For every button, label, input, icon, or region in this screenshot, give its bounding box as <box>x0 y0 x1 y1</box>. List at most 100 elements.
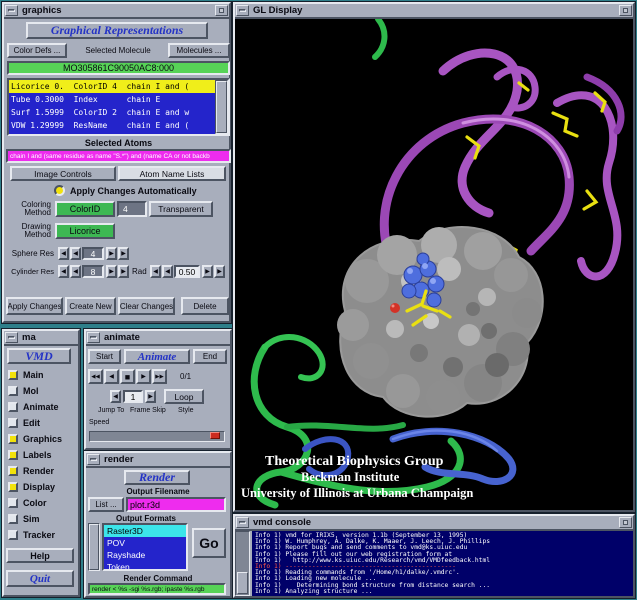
transparent-button[interactable]: Transparent <box>149 201 213 217</box>
speed-slider-thumb[interactable] <box>210 432 220 439</box>
menu-item-label: Mol <box>23 386 39 396</box>
window-menu-icon[interactable] <box>236 5 249 16</box>
clear-changes-button[interactable]: Clear Changes <box>118 297 175 315</box>
output-filename-field[interactable]: plot.r3d <box>126 497 226 512</box>
create-new-button[interactable]: Create New <box>65 297 116 315</box>
representations-list[interactable]: Licorice 0. ColorID 4 chain I and ( Tube… <box>7 78 230 136</box>
cylinder-res-value[interactable]: 8 <box>82 265 104 278</box>
sidebar-item-render[interactable]: Render <box>8 464 76 478</box>
atom-selection-field[interactable]: chain I and (same residue as name "S.*")… <box>6 149 231 163</box>
rad-value[interactable]: 0.50 <box>174 265 200 278</box>
sidebar-item-labels[interactable]: Labels <box>8 448 76 462</box>
gl-display-titlebar[interactable]: GL Display <box>235 4 633 19</box>
apply-auto-row[interactable]: Apply Changes Automatically <box>54 184 197 197</box>
main-titlebar[interactable]: ma <box>4 331 78 346</box>
frame-skip-value[interactable]: 1 <box>123 390 143 403</box>
step-back-icon[interactable]: ◀ <box>104 369 119 384</box>
render-command-field[interactable]: render < %s -sgi %s.rgb; ipaste %s.rgb <box>88 583 226 595</box>
animate-end-button[interactable]: End <box>193 349 227 364</box>
window-menu-icon[interactable] <box>87 454 100 465</box>
sidebar-item-tracker[interactable]: Tracker <box>8 528 76 542</box>
graphics-titlebar[interactable]: graphics <box>4 4 229 19</box>
sidebar-item-mol[interactable]: Mol <box>8 384 76 398</box>
apply-changes-button[interactable]: Apply Changes <box>6 297 63 315</box>
cylinder-res-decrement-icon[interactable]: ◀ <box>70 265 81 278</box>
cylinder-res-increment-icon[interactable]: ▶ <box>106 265 117 278</box>
format-option[interactable]: Token <box>104 561 186 571</box>
sidebar-item-animate[interactable]: Animate <box>8 400 76 414</box>
rep-list-scroll-thumb[interactable] <box>216 81 227 133</box>
representation-row[interactable]: VDW 1.29999 ResName chain E and ( <box>9 119 215 132</box>
speed-label: Speed <box>89 419 109 426</box>
rep-list-scrollbar[interactable] <box>215 80 228 134</box>
tab-atom-name-lists[interactable]: Atom Name Lists <box>118 166 226 181</box>
sidebar-item-sim[interactable]: Sim <box>8 512 76 526</box>
window-menu-icon[interactable] <box>87 332 100 343</box>
rad-increment-icon[interactable]: ▶ <box>214 265 225 278</box>
console-scrollbar[interactable] <box>235 531 250 596</box>
frame-skip-label: Frame Skip <box>130 407 166 414</box>
apply-auto-radio-icon[interactable] <box>54 185 65 196</box>
rewind-icon[interactable]: ◀◀ <box>88 369 103 384</box>
maximize-icon[interactable] <box>619 5 632 16</box>
maximize-icon[interactable] <box>215 5 228 16</box>
maximize-icon[interactable] <box>619 517 632 528</box>
sphere-res-decrement-icon[interactable]: ◀ <box>58 247 69 260</box>
menu-item-label: Edit <box>23 418 40 428</box>
rad-decrement-icon[interactable]: ◀ <box>162 265 173 278</box>
loop-menu-button[interactable]: Loop <box>164 389 204 404</box>
animate-start-button[interactable]: Start <box>88 349 121 364</box>
gl-viewport[interactable]: Theoretical Biophysics Group Beckman Ins… <box>235 19 633 510</box>
console-scroll-thumb[interactable] <box>237 572 248 594</box>
filename-list-button[interactable]: List ... <box>88 497 124 512</box>
sidebar-item-display[interactable]: Display <box>8 480 76 494</box>
sphere-res-increment-icon[interactable]: ▶ <box>106 247 117 260</box>
render-header: Render <box>124 470 190 485</box>
representation-row[interactable]: Surf 1.5999 ColorID 2 chain E and w <box>9 106 215 119</box>
format-option[interactable]: POV <box>104 537 186 549</box>
formats-list[interactable]: Raster3D POV Rayshade Token <box>102 523 188 571</box>
sphere-res-decrement-icon[interactable]: ◀ <box>70 247 81 260</box>
sidebar-item-color[interactable]: Color <box>8 496 76 510</box>
sidebar-item-main[interactable]: Main <box>8 368 76 382</box>
representation-row[interactable]: Licorice 0. ColorID 4 chain I and ( <box>9 80 215 93</box>
window-menu-icon[interactable] <box>5 332 18 343</box>
color-defs-button[interactable]: Color Defs ... <box>7 43 67 58</box>
formats-scrollbar[interactable] <box>88 523 100 571</box>
frame-decrement-icon[interactable]: ◀ <box>110 390 121 403</box>
rad-increment-icon[interactable]: ▶ <box>202 265 213 278</box>
speed-slider[interactable] <box>89 431 225 442</box>
selected-molecule-field[interactable]: MO305861C90050AC8:000 <box>7 61 230 75</box>
sphere-res-increment-icon[interactable]: ▶ <box>118 247 129 260</box>
cylinder-res-increment-icon[interactable]: ▶ <box>118 265 129 278</box>
frame-increment-icon[interactable]: ▶ <box>145 390 156 403</box>
format-option[interactable]: Raster3D <box>104 525 186 537</box>
go-button[interactable]: Go <box>192 528 226 558</box>
console-titlebar[interactable]: vmd console <box>235 516 633 531</box>
window-menu-icon[interactable] <box>236 517 249 528</box>
console-output[interactable]: Info 1) vmd for IRIX5, version 1.1b (Sep… <box>252 531 633 596</box>
coloring-method-button[interactable]: ColorID <box>55 201 115 217</box>
cylinder-res-decrement-icon[interactable]: ◀ <box>58 265 69 278</box>
quit-button[interactable]: Quit <box>6 570 74 587</box>
delete-button[interactable]: Delete <box>181 297 229 315</box>
tab-image-controls[interactable]: Image Controls <box>10 166 116 181</box>
animate-titlebar[interactable]: animate <box>86 331 230 346</box>
window-menu-icon[interactable] <box>5 5 18 16</box>
fast-forward-icon[interactable]: ▶▶ <box>152 369 167 384</box>
play-icon[interactable]: ▶ <box>136 369 151 384</box>
menu-item-label: Graphics <box>23 434 62 444</box>
representation-row[interactable]: Tube 0.3000 Index chain E <box>9 93 215 106</box>
drawing-method-button[interactable]: Licorice <box>55 223 115 239</box>
format-option[interactable]: Rayshade <box>104 549 186 561</box>
help-button[interactable]: Help <box>6 548 74 563</box>
sphere-res-value[interactable]: 4 <box>82 247 104 260</box>
molecules-button[interactable]: Molecules ... <box>168 43 230 58</box>
sidebar-item-edit[interactable]: Edit <box>8 416 76 430</box>
formats-scroll-thumb[interactable] <box>89 524 99 570</box>
stop-icon[interactable]: ■ <box>120 369 135 384</box>
sidebar-item-graphics[interactable]: Graphics <box>8 432 76 446</box>
render-titlebar[interactable]: render <box>86 453 230 468</box>
colorid-value-field[interactable]: 4 <box>117 201 147 217</box>
rad-decrement-icon[interactable]: ◀ <box>150 265 161 278</box>
